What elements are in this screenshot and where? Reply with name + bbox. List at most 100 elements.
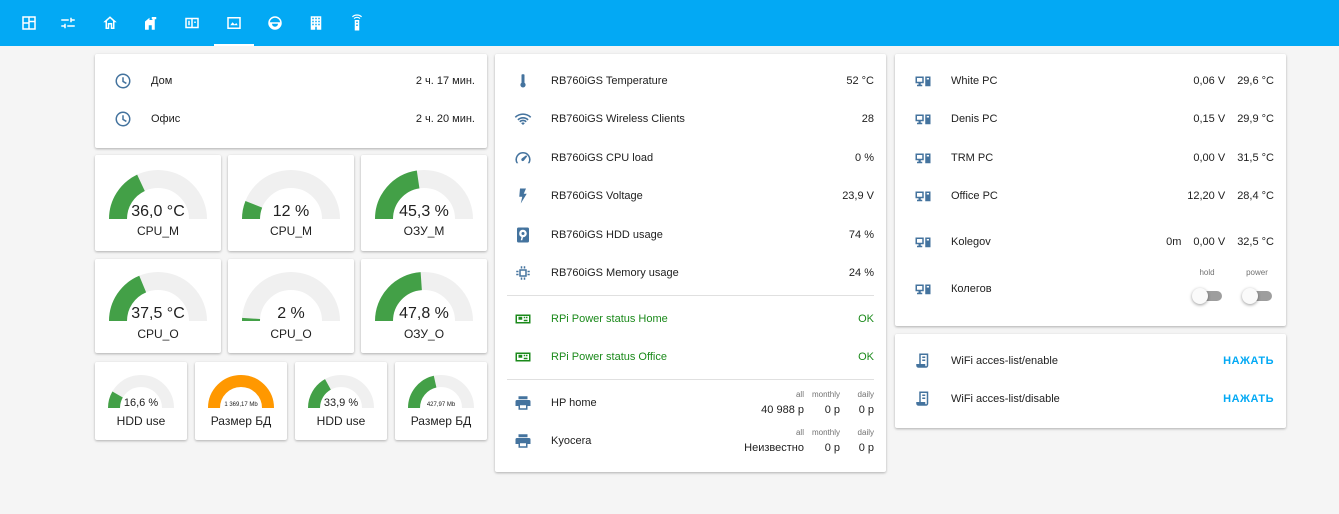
pc-voltage: 0,15 V: [1193, 113, 1226, 125]
script-row-disable: WiFi acces-list/disable НАЖАТЬ: [895, 380, 1286, 418]
pc-name: TRM PC: [951, 152, 994, 164]
gauge-label: CPU_O: [270, 327, 312, 341]
home-automation-icon: [145, 17, 157, 30]
uptime-value: 2 ч. 20 мин.: [415, 113, 475, 125]
wifi-icon: [513, 109, 533, 129]
rpi-row-home[interactable]: RPi Power status Home OK: [495, 300, 886, 338]
tab-floorplan[interactable]: [9, 0, 49, 46]
wifi-scripts-card: WiFi acces-list/enable НАЖАТЬ WiFi acces…: [895, 334, 1286, 428]
hold-toggle[interactable]: [1192, 288, 1222, 304]
printer-all-column: all 40 988 р: [761, 390, 804, 416]
gauge-label: CPU_M: [269, 224, 312, 238]
uptime-name: Офис: [151, 113, 181, 125]
router-row-voltage[interactable]: RB760iGS Voltage 23,9 V: [495, 177, 886, 215]
tab-vacuum[interactable]: [255, 0, 295, 46]
pc-voltage: 0,00 V: [1193, 152, 1226, 164]
top-toolbar: [0, 0, 1339, 46]
monitor-dashboard-icon: [227, 17, 241, 29]
status-name: RPi Power status Office: [551, 351, 667, 363]
gauge-value: 37,5 °C: [131, 305, 185, 322]
router-row-temperature[interactable]: RB760iGS Temperature 52 °C: [495, 62, 886, 100]
harddisk-icon: [513, 225, 533, 245]
pc-temperature: 29,6 °C: [1237, 75, 1274, 87]
router-row-memory-usage[interactable]: RB760iGS Memory usage 24 %: [495, 254, 886, 292]
tab-automation[interactable]: [131, 0, 171, 46]
pc-values: 0m 0,00 V 32,5 °C: [1166, 236, 1274, 248]
rpi-row-office[interactable]: RPi Power status Office OK: [495, 338, 886, 376]
column-label: daily: [857, 428, 874, 437]
pc-values: 12,20 V 28,4 °C: [1187, 190, 1274, 202]
gauge-card-hdd-home[interactable]: 16,6 % HDD use: [95, 362, 187, 440]
gauge-card-ram-m[interactable]: 45,3 % ОЗУ_М: [361, 155, 487, 251]
pc-temperature: 28,4 °C: [1237, 190, 1274, 202]
column-label: daily: [857, 390, 874, 399]
power-toggle[interactable]: [1242, 288, 1272, 304]
pc-row-kolegov-controls: Колегов: [895, 270, 1286, 308]
tab-monitoring[interactable]: [214, 0, 254, 46]
raspberry-board-icon: [513, 347, 533, 367]
remote-icon: [351, 14, 363, 31]
printer-daily-column: daily 0 р: [858, 390, 874, 416]
pcs-card: White PC 0,06 V 29,6 °C Denis PC 0,15 V …: [895, 54, 1286, 326]
desktop-tower-monitor-icon: [913, 232, 933, 252]
sensor-value: 24 %: [848, 267, 874, 279]
pc-temperature: 32,5 °C: [1237, 236, 1274, 248]
speedometer-icon: [513, 148, 533, 168]
uptime-row-office[interactable]: Офис 2 ч. 20 мин.: [95, 100, 487, 138]
gauge-card-cpu-m-temp[interactable]: 36,0 °C CPU_M: [95, 155, 221, 251]
run-script-button[interactable]: НАЖАТЬ: [1223, 393, 1274, 405]
pc-name: Office PC: [951, 190, 998, 202]
gauge-label: Размер БД: [210, 414, 272, 428]
gauge-card-ram-o[interactable]: 47,8 % ОЗУ_О: [361, 259, 487, 353]
chip-icon: [513, 263, 533, 283]
router-row-hdd-usage[interactable]: RB760iGS HDD usage 74 %: [495, 216, 886, 254]
pc-row-office[interactable]: Office PC 12,20 V 28,4 °C: [895, 177, 1286, 215]
tab-office[interactable]: [296, 0, 336, 46]
tab-controls[interactable]: [48, 0, 88, 46]
office-building-icon: [310, 16, 322, 30]
uptime-row-home[interactable]: Дом 2 ч. 17 мин.: [95, 62, 487, 100]
pc-values: 0,00 V 31,5 °C: [1193, 152, 1274, 164]
tab-meters[interactable]: [172, 0, 212, 46]
gauge-value: 33,9 %: [323, 397, 359, 409]
printer-all-column: all Неизвестно: [744, 428, 804, 454]
gauge-card-db-office[interactable]: 427,97 Mb Размер БД: [395, 362, 487, 440]
gauge-card-hdd-office[interactable]: 33,9 % HDD use: [295, 362, 387, 440]
desktop-tower-monitor-icon: [913, 71, 933, 91]
printer-row-hp[interactable]: HP home all 40 988 р monthly 0 р daily 0…: [495, 384, 886, 422]
pc-row-trm[interactable]: TRM PC 0,00 V 31,5 °C: [895, 139, 1286, 177]
pc-temperature: 29,9 °C: [1237, 113, 1274, 125]
sensor-name: RB760iGS Voltage: [551, 190, 643, 202]
gauge-label: ОЗУ_О: [403, 327, 445, 341]
gauge-card-db-home[interactable]: 1 369,17 Mb Размер БД: [195, 362, 287, 440]
router-row-cpu-load[interactable]: RB760iGS CPU load 0 %: [495, 139, 886, 177]
home-icon: [103, 16, 117, 29]
hold-label: hold: [1199, 268, 1215, 277]
gauge-value: 45,3 %: [399, 203, 449, 220]
tune-sliders-icon: [61, 17, 75, 29]
pc-uptime: 0m: [1166, 236, 1182, 248]
pc-row-kolegov[interactable]: Kolegov 0m 0,00 V 32,5 °C: [895, 223, 1286, 261]
column-label: all: [795, 390, 804, 399]
pc-row-denis[interactable]: Denis PC 0,15 V 29,9 °C: [895, 100, 1286, 138]
gauge-card-cpu-m-load[interactable]: 12 % CPU_M: [228, 155, 354, 251]
printer-name: HP home: [551, 397, 597, 409]
router-row-wireless-clients[interactable]: RB760iGS Wireless Clients 28: [495, 100, 886, 138]
printer-row-kyocera[interactable]: Kyocera all Неизвестно monthly 0 р daily…: [495, 422, 886, 460]
sensor-value: 28: [861, 113, 874, 125]
gauge-value: 47,8 %: [399, 305, 449, 322]
printer-all-value: 40 988 р: [761, 404, 804, 416]
gauge-card-cpu-o-load[interactable]: 2 % CPU_O: [228, 259, 354, 353]
printer-monthly-value: 0 р: [824, 404, 840, 416]
sensor-value: 52 °C: [846, 75, 874, 87]
run-script-button[interactable]: НАЖАТЬ: [1223, 355, 1274, 367]
tab-home[interactable]: [90, 0, 130, 46]
pc-name: White PC: [951, 75, 998, 87]
clock-icon: [113, 71, 133, 91]
status-badge: OK: [858, 313, 874, 325]
pc-row-white[interactable]: White PC 0,06 V 29,6 °C: [895, 62, 1286, 100]
status-name: RPi Power status Home: [551, 313, 668, 325]
gauge-card-cpu-o-temp[interactable]: 37,5 °C CPU_O: [95, 259, 221, 353]
tab-remote[interactable]: [337, 0, 377, 46]
pc-values: 0,15 V 29,9 °C: [1193, 113, 1274, 125]
